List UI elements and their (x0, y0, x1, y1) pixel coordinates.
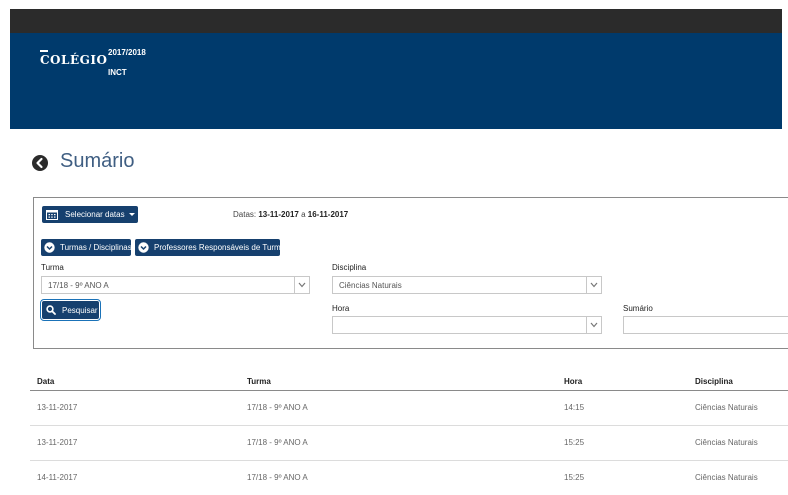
turmas-disciplinas-button[interactable]: Turmas / Disciplinas (41, 239, 132, 256)
turma-select-value: 17/18 - 9º ANO A (48, 281, 109, 290)
school-logo[interactable]: COLÉGIO (40, 50, 108, 67)
cell-disciplina: Ciências Naturais (695, 403, 758, 412)
table-row[interactable]: 13-11-2017 17/18 - 9º ANO A 14:15 Ciênci… (30, 391, 788, 426)
chevron-down-circle-icon (138, 242, 149, 253)
dates-prefix: Datas: (233, 210, 257, 219)
search-icon (46, 305, 56, 315)
disciplina-label: Disciplina (332, 263, 367, 272)
cell-turma: 17/18 - 9º ANO A (247, 438, 308, 447)
date-from: 13-11-2017 (258, 210, 299, 219)
cell-data: 13-11-2017 (37, 438, 78, 447)
back-icon[interactable] (32, 155, 48, 171)
cell-data: 13-11-2017 (37, 403, 78, 412)
date-to: 16-11-2017 (307, 210, 349, 219)
chevron-down-icon (586, 317, 601, 333)
header: COLÉGIO 2017/2018 INCT (10, 33, 782, 129)
turma-select[interactable]: 17/18 - 9º ANO A (41, 276, 310, 294)
top-bar (10, 9, 782, 33)
turmas-disciplinas-label: Turmas / Disciplinas (60, 243, 132, 252)
table-header: Data Turma Hora Disciplina (30, 370, 788, 391)
column-header-disciplina[interactable]: Disciplina (695, 377, 733, 386)
chevron-down-circle-icon (44, 242, 55, 253)
cell-hora: 14:15 (564, 403, 585, 412)
table-row[interactable]: 14-11-2017 17/18 - 9º ANO A 15:25 Ciênci… (30, 461, 788, 495)
school-year: 2017/2018 (108, 48, 146, 57)
select-dates-label: Selecionar datas (65, 210, 125, 219)
cell-hora: 15:25 (564, 438, 585, 447)
disciplina-select-value: Ciências Naturais (339, 281, 402, 290)
professores-responsaveis-label: Professores Responsáveis de Turma (154, 243, 286, 252)
professores-responsaveis-button[interactable]: Professores Responsáveis de Turma (135, 239, 285, 256)
turma-label: Turma (41, 263, 64, 272)
select-dates-button[interactable]: Selecionar datas (42, 206, 138, 223)
column-header-turma[interactable]: Turma (247, 377, 271, 386)
sumario-label: Sumário (623, 304, 653, 313)
caret-down-icon (128, 213, 135, 216)
sumario-input[interactable] (623, 316, 788, 334)
cell-turma: 17/18 - 9º ANO A (247, 403, 308, 412)
search-button-label: Pesquisar (62, 305, 98, 315)
disciplina-select[interactable]: Ciências Naturais (332, 276, 602, 294)
chevron-down-icon (586, 277, 601, 293)
cell-turma: 17/18 - 9º ANO A (247, 473, 308, 482)
dates-separator: a (301, 210, 306, 219)
table-row[interactable]: 13-11-2017 17/18 - 9º ANO A 15:25 Ciênci… (30, 426, 788, 461)
page-title: Sumário (60, 150, 135, 172)
cell-disciplina: Ciências Naturais (695, 473, 758, 482)
logo-text: COLÉGIO (40, 53, 108, 67)
institution-name: INCT (108, 68, 127, 77)
calendar-icon (46, 210, 58, 220)
cell-data: 14-11-2017 (37, 473, 78, 482)
logo-accent (40, 50, 48, 52)
hora-select[interactable] (332, 316, 602, 334)
results-table: Data Turma Hora Disciplina 13-11-2017 17… (30, 370, 788, 495)
cell-hora: 15:25 (564, 473, 585, 482)
cell-disciplina: Ciências Naturais (695, 438, 758, 447)
column-header-data[interactable]: Data (37, 377, 54, 386)
hora-label: Hora (332, 304, 350, 313)
search-button[interactable]: Pesquisar (40, 299, 101, 321)
dates-range: Datas: 13-11-2017 a 16-11-2017 (233, 210, 348, 219)
filter-panel: Selecionar datas Datas: 13-11-2017 a 16-… (33, 197, 788, 349)
chevron-down-icon (294, 277, 309, 293)
column-header-hora[interactable]: Hora (564, 377, 582, 386)
